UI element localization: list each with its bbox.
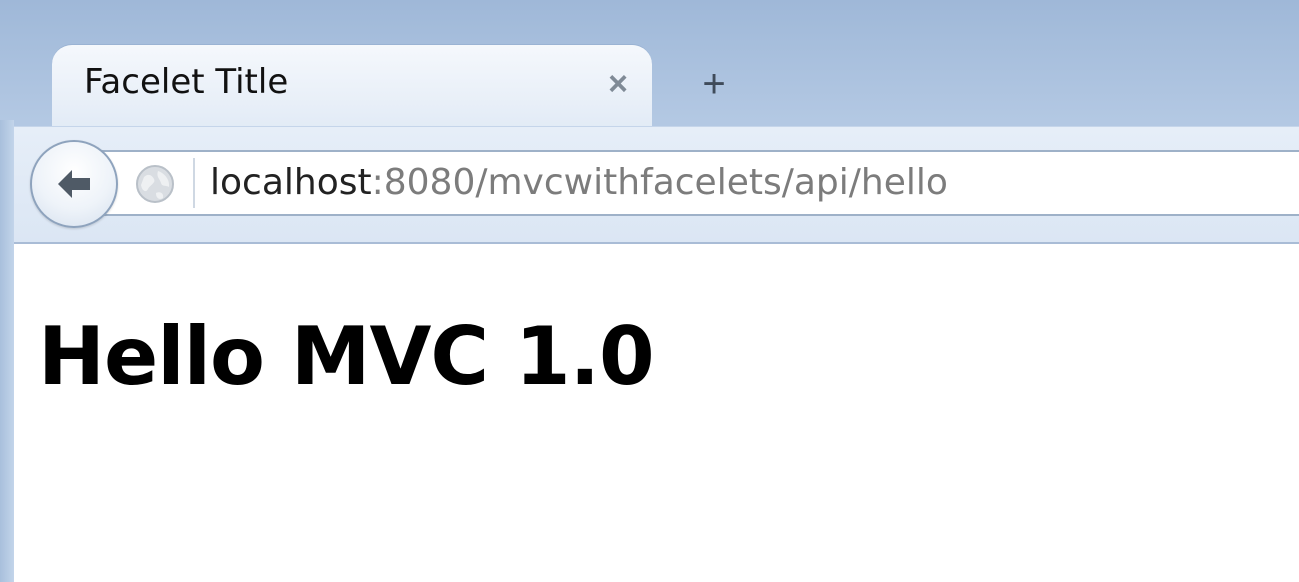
tab-close-icon[interactable]: × <box>600 64 636 104</box>
page-heading: Hello MVC 1.0 <box>38 310 655 403</box>
new-tab-button[interactable]: + <box>694 62 734 106</box>
back-arrow-icon <box>58 170 90 198</box>
address-bar-divider <box>193 158 195 208</box>
back-button[interactable] <box>30 140 118 228</box>
url-host: localhost <box>210 162 372 203</box>
tab-title: Facelet Title <box>84 62 289 102</box>
url-text[interactable]: localhost:8080/mvcwithfacelets/api/hello <box>210 160 948 206</box>
window-frame <box>0 120 14 582</box>
browser-window: Facelet Title × + localhost:8080/mvcwith… <box>0 0 1299 582</box>
url-path: :8080/mvcwithfacelets/api/hello <box>371 162 948 203</box>
globe-icon[interactable] <box>134 163 176 205</box>
page-content <box>14 244 1299 582</box>
